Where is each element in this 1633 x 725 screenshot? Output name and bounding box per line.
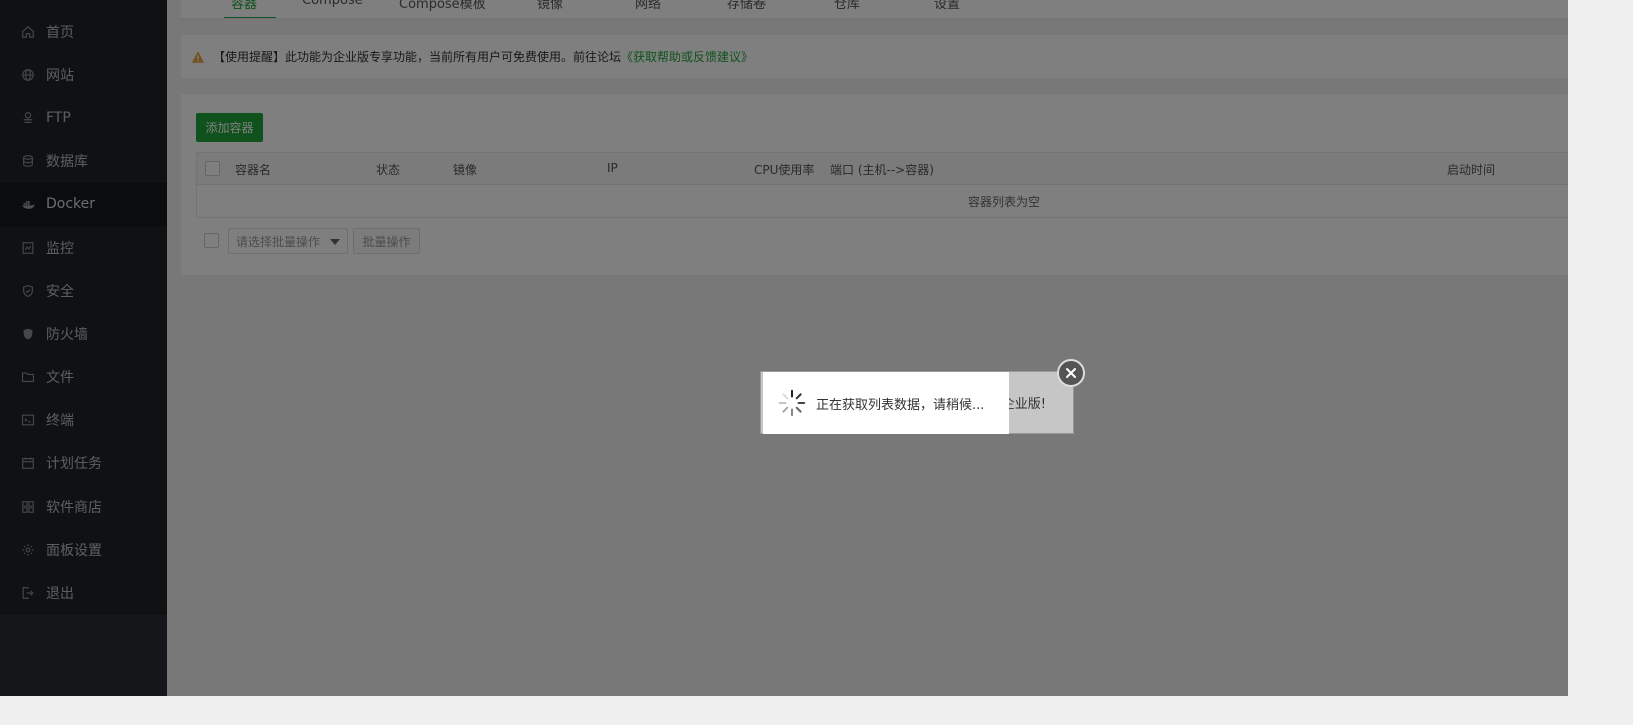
close-icon [1066,368,1076,378]
close-dialog-button[interactable] [1057,359,1085,387]
loading-text: 正在获取列表数据，请稍候... [816,397,985,413]
modal-overlay[interactable] [0,0,1568,696]
loading-message-box: 正在获取列表数据，请稍候... [763,372,1009,434]
loading-spinner-icon [778,389,806,417]
